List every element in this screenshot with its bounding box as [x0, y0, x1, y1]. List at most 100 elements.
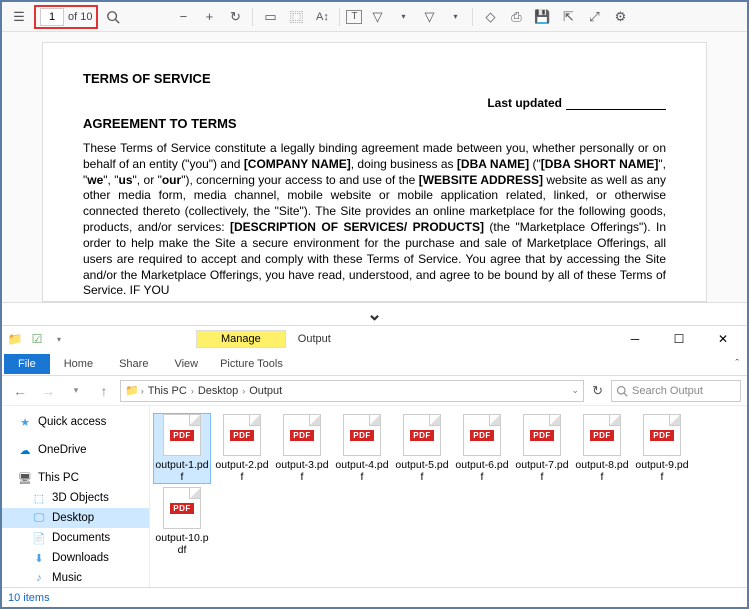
pdf-thumb-icon: PDF — [343, 414, 381, 456]
save-icon[interactable]: 💾 — [531, 6, 553, 28]
view-tab[interactable]: View — [162, 354, 210, 374]
strikethrough-icon[interactable]: ▽ — [418, 6, 440, 28]
qat-checkbox-icon[interactable]: ☑ — [28, 330, 46, 348]
collapse-chevron-icon[interactable]: ⌄ — [2, 302, 747, 326]
file-label: output-8.pdf — [574, 459, 630, 483]
desktop-icon: 🖵 — [32, 511, 46, 525]
search-placeholder: Search Output — [632, 385, 703, 397]
history-dropdown-icon[interactable]: ▾ — [64, 379, 88, 403]
forward-button[interactable]: → — [36, 379, 60, 403]
file-item[interactable]: PDFoutput-4.pdf — [334, 414, 390, 483]
explorer-titlebar: 📁 ☑ ▾ Manage Output ─ ☐ ✕ — [2, 326, 747, 352]
pdf-thumb-icon: PDF — [223, 414, 261, 456]
page-total-label: of 10 — [68, 11, 92, 23]
file-item[interactable]: PDFoutput-7.pdf — [514, 414, 570, 483]
page-display-icon[interactable]: ⿴ — [285, 6, 307, 28]
text-size-icon[interactable]: A↕ — [311, 6, 333, 28]
file-label: output-2.pdf — [214, 459, 270, 483]
file-explorer: 📁 ☑ ▾ Manage Output ─ ☐ ✕ File Home Shar… — [2, 326, 747, 607]
file-tab[interactable]: File — [4, 354, 50, 374]
nav-documents[interactable]: 📄Documents — [2, 528, 149, 548]
nav-3d-objects[interactable]: ⬚3D Objects — [2, 488, 149, 508]
pdf-thumb-icon: PDF — [583, 414, 621, 456]
fullscreen-icon[interactable]: ⤢ — [583, 6, 605, 28]
search-box[interactable]: Search Output — [611, 380, 741, 402]
file-item[interactable]: PDFoutput-9.pdf — [634, 414, 690, 483]
file-item[interactable]: PDF output-6.pdf — [454, 414, 510, 483]
ribbon-tabs: File Home Share View Picture Tools ˆ — [2, 352, 747, 376]
file-item[interactable]: PDF output-10.pdf — [154, 487, 210, 556]
nav-desktop[interactable]: 🖵Desktop — [2, 508, 149, 528]
export-icon[interactable]: ⇱ — [557, 6, 579, 28]
files-pane[interactable]: PDFoutput-1.pdfPDFoutput-2.pdfPDFoutput-… — [150, 406, 747, 587]
highlight-dropdown-icon[interactable]: ▾ — [392, 6, 414, 28]
pdf-toolbar: ☰ of 10 − + ↻ ▭ ⿴ A↕ T ▽ ▾ ▽ ▾ ◇ ⎙ 💾 ⇱ ⤢… — [2, 2, 747, 32]
folder-icon[interactable]: 📁 — [6, 330, 24, 348]
rotate-icon[interactable]: ↻ — [224, 6, 246, 28]
qat-dropdown-icon[interactable]: ▾ — [50, 330, 68, 348]
up-button[interactable]: ↑ — [92, 379, 116, 403]
nav-onedrive[interactable]: ☁OneDrive — [2, 440, 149, 460]
fit-width-icon[interactable]: ▭ — [259, 6, 281, 28]
highlight-icon[interactable]: ▽ — [366, 6, 388, 28]
nav-music[interactable]: ♪Music — [2, 568, 149, 587]
settings-icon[interactable]: ⚙ — [609, 6, 631, 28]
manage-tab[interactable]: Manage — [196, 330, 286, 348]
nav-downloads[interactable]: ⬇Downloads — [2, 548, 149, 568]
file-label: output-3.pdf — [274, 459, 330, 483]
ribbon-collapse-icon[interactable]: ˆ — [735, 358, 739, 370]
toc-icon[interactable]: ☰ — [8, 6, 30, 28]
file-item[interactable]: PDFoutput-5.pdf — [394, 414, 450, 483]
breadcrumb-desktop[interactable]: Desktop — [196, 385, 240, 397]
pdf-thumb-icon: PDF — [283, 414, 321, 456]
share-tab[interactable]: Share — [107, 354, 160, 374]
last-updated: Last updated — [83, 96, 666, 110]
file-label: output-10.pdf — [154, 532, 210, 556]
file-item[interactable]: PDF output-2.pdf — [214, 414, 270, 483]
status-bar: 10 items — [2, 587, 747, 607]
pdf-viewer: ☰ of 10 − + ↻ ▭ ⿴ A↕ T ▽ ▾ ▽ ▾ ◇ ⎙ 💾 ⇱ ⤢… — [2, 2, 747, 302]
picture-tools-tab[interactable]: Picture Tools — [212, 354, 291, 374]
address-bar-row: ← → ▾ ↑ 📁 › This PC › Desktop › Output ⌄… — [2, 376, 747, 406]
chevron-right-icon[interactable]: › — [191, 386, 194, 396]
chevron-right-icon[interactable]: › — [242, 386, 245, 396]
minimize-button[interactable]: ─ — [621, 329, 649, 349]
strikethrough-dropdown-icon[interactable]: ▾ — [444, 6, 466, 28]
pdf-thumb-icon: PDF — [163, 414, 201, 456]
close-button[interactable]: ✕ — [709, 329, 737, 349]
star-icon: ★ — [18, 415, 32, 429]
doc-body: These Terms of Service constitute a lega… — [83, 141, 666, 299]
chevron-right-icon[interactable]: › — [141, 386, 144, 396]
page-number-input[interactable] — [40, 8, 64, 26]
home-tab[interactable]: Home — [52, 354, 105, 374]
refresh-icon[interactable]: ↻ — [592, 383, 603, 399]
file-label: output-6.pdf — [454, 459, 510, 483]
nav-quick-access[interactable]: ★Quick access — [2, 412, 149, 432]
file-item[interactable]: PDF output-1.pdf — [154, 414, 210, 483]
item-count: 10 items — [8, 592, 50, 604]
file-label: output-1.pdf — [154, 459, 210, 483]
address-bar[interactable]: 📁 › This PC › Desktop › Output ⌄ — [120, 380, 584, 402]
pc-icon: 📁 — [125, 384, 139, 397]
pdf-thumb-icon: PDF — [463, 414, 501, 456]
address-dropdown-icon[interactable]: ⌄ — [572, 385, 580, 396]
maximize-button[interactable]: ☐ — [665, 329, 693, 349]
breadcrumb-output[interactable]: Output — [247, 385, 284, 397]
file-item[interactable]: PDF output-3.pdf — [274, 414, 330, 483]
text-tool-icon[interactable]: T — [346, 10, 362, 24]
nav-this-pc[interactable]: 🖥This PC — [2, 468, 149, 488]
search-icon[interactable] — [102, 6, 124, 28]
zoom-in-icon[interactable]: + — [198, 6, 220, 28]
file-item[interactable]: PDF output-8.pdf — [574, 414, 630, 483]
zoom-out-icon[interactable]: − — [172, 6, 194, 28]
cloud-icon: ☁ — [18, 443, 32, 457]
document-icon: 📄 — [32, 531, 46, 545]
file-label: output-5.pdf — [394, 459, 450, 483]
print-icon[interactable]: ⎙ — [505, 6, 527, 28]
file-label: output-7.pdf — [514, 459, 570, 483]
back-button[interactable]: ← — [8, 379, 32, 403]
breadcrumb-thispc[interactable]: This PC — [146, 385, 189, 397]
eraser-icon[interactable]: ◇ — [479, 6, 501, 28]
pdf-scroll-area[interactable]: TERMS OF SERVICE Last updated AGREEMENT … — [2, 32, 747, 302]
pdf-thumb-icon: PDF — [163, 487, 201, 529]
